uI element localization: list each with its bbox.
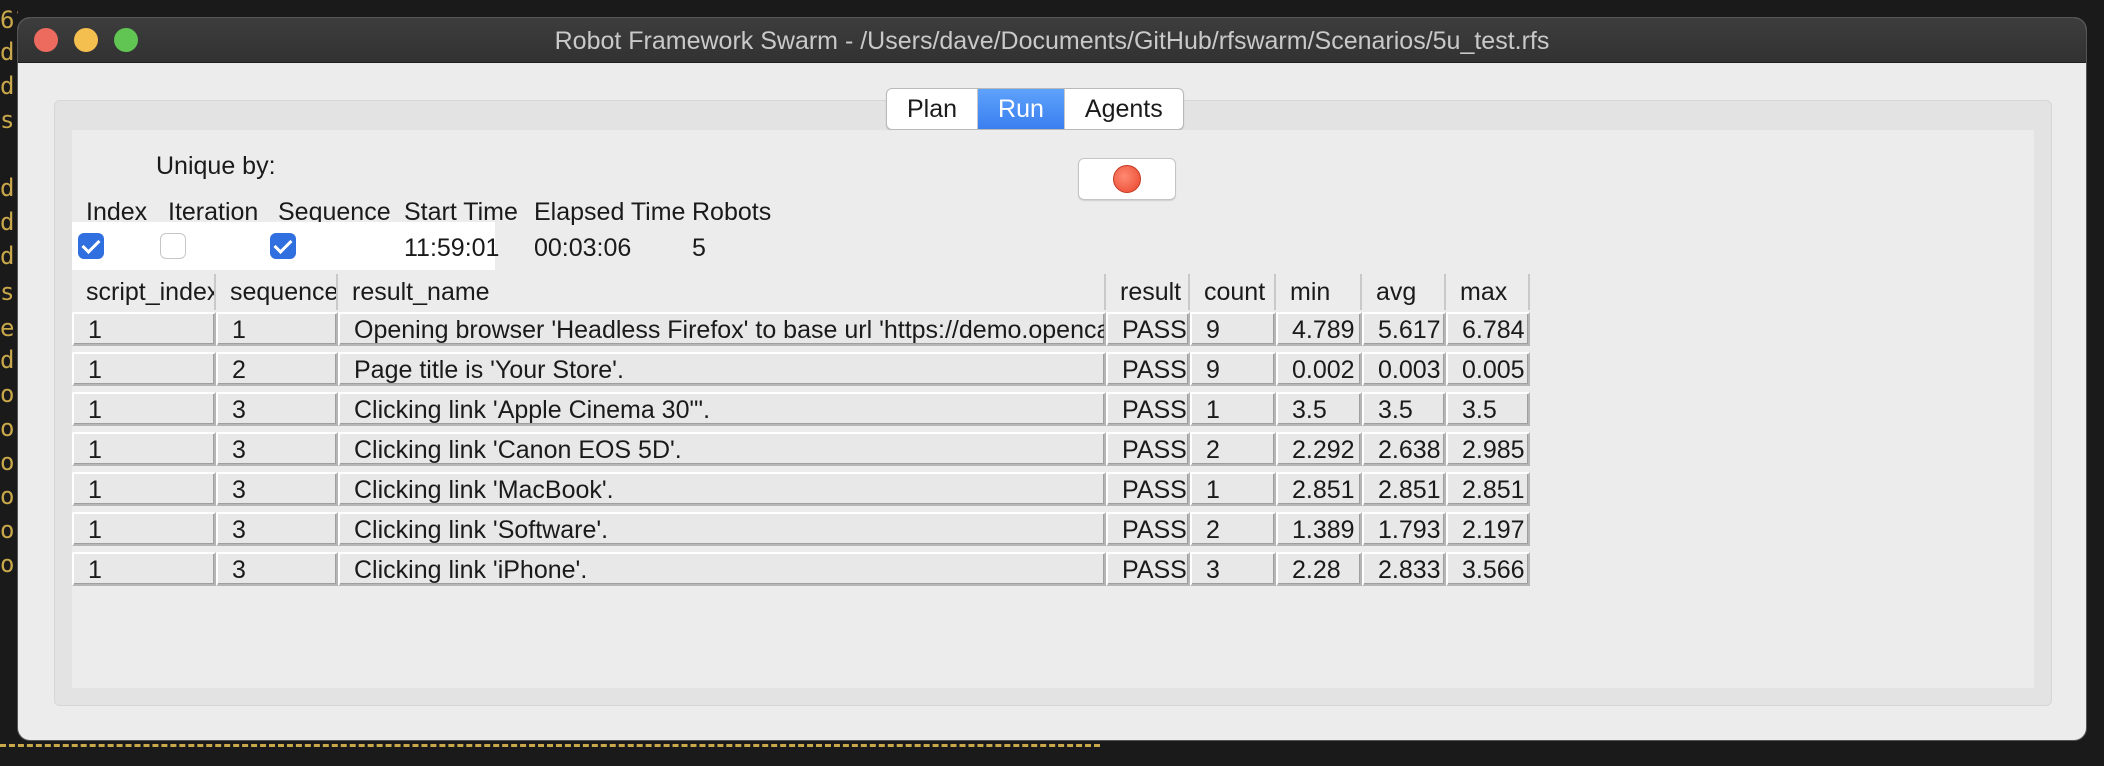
table-cell-result[interactable]: PASS bbox=[1106, 512, 1190, 546]
table-cell-max[interactable]: 0.005 bbox=[1446, 352, 1530, 386]
window-title: Robot Framework Swarm - /Users/dave/Docu… bbox=[554, 27, 1550, 55]
tab-agents[interactable]: Agents bbox=[1063, 89, 1183, 129]
background-divider bbox=[0, 744, 1100, 751]
stop-button[interactable] bbox=[1078, 158, 1176, 200]
table-cell-result[interactable]: PASS bbox=[1106, 552, 1190, 586]
table-cell-script-index[interactable]: 1 bbox=[72, 552, 216, 586]
table-cell-max[interactable]: 6.784 bbox=[1446, 312, 1530, 346]
table-cell-sequence[interactable]: 2 bbox=[216, 352, 338, 386]
table-cell-result[interactable]: PASS bbox=[1106, 472, 1190, 506]
table-cell-result-name[interactable]: Clicking link 'Apple Cinema 30"'. bbox=[338, 392, 1106, 426]
table-cell-min[interactable]: 0.002 bbox=[1276, 352, 1362, 386]
table-cell-result[interactable]: PASS bbox=[1106, 392, 1190, 426]
table-cell-script-index[interactable]: 1 bbox=[72, 512, 216, 546]
table-cell-max[interactable]: 2.851 bbox=[1446, 472, 1530, 506]
table-cell-count[interactable]: 9 bbox=[1190, 312, 1276, 346]
table-cell-result[interactable]: PASS bbox=[1106, 432, 1190, 466]
robots-header: Robots bbox=[692, 198, 772, 226]
table-cell-count[interactable]: 1 bbox=[1190, 392, 1276, 426]
robots-value: 5 bbox=[692, 234, 706, 262]
run-panel: Unique by: Index Iteration Sequence Star… bbox=[72, 130, 2034, 688]
elapsed-time-value: 00:03:06 bbox=[534, 234, 632, 262]
table-cell-script-index[interactable]: 1 bbox=[72, 352, 216, 386]
table-cell-max[interactable]: 3.5 bbox=[1446, 392, 1530, 426]
column-header-min[interactable]: min bbox=[1276, 274, 1362, 310]
table-cell-min[interactable]: 2.292 bbox=[1276, 432, 1362, 466]
table-cell-max[interactable]: 2.985 bbox=[1446, 432, 1530, 466]
tab-plan[interactable]: Plan bbox=[887, 89, 977, 129]
column-header-count[interactable]: count bbox=[1190, 274, 1276, 310]
unique-by-label: Unique by: bbox=[156, 152, 276, 180]
table-cell-result[interactable]: PASS bbox=[1106, 312, 1190, 346]
column-header-avg[interactable]: avg bbox=[1362, 274, 1446, 310]
table-cell-count[interactable]: 3 bbox=[1190, 552, 1276, 586]
column-header-max[interactable]: max bbox=[1446, 274, 1530, 310]
table-cell-result-name[interactable]: Page title is 'Your Store'. bbox=[338, 352, 1106, 386]
table-cell-sequence[interactable]: 3 bbox=[216, 552, 338, 586]
table-cell-count[interactable]: 1 bbox=[1190, 472, 1276, 506]
elapsed-time-header: Elapsed Time bbox=[534, 198, 686, 226]
table-cell-sequence[interactable]: 3 bbox=[216, 512, 338, 546]
sequence-checkbox[interactable] bbox=[270, 233, 296, 259]
table-cell-result-name[interactable]: Clicking link 'iPhone'. bbox=[338, 552, 1106, 586]
table-cell-max[interactable]: 3.566 bbox=[1446, 552, 1530, 586]
table-cell-min[interactable]: 2.28 bbox=[1276, 552, 1362, 586]
table-cell-avg[interactable]: 5.617 bbox=[1362, 312, 1446, 346]
table-cell-avg[interactable]: 2.638 bbox=[1362, 432, 1446, 466]
table-cell-min[interactable]: 1.389 bbox=[1276, 512, 1362, 546]
table-cell-count[interactable]: 2 bbox=[1190, 512, 1276, 546]
table-cell-script-index[interactable]: 1 bbox=[72, 312, 216, 346]
column-header-result[interactable]: result bbox=[1106, 274, 1190, 310]
table-cell-avg[interactable]: 2.851 bbox=[1362, 472, 1446, 506]
table-cell-sequence[interactable]: 3 bbox=[216, 472, 338, 506]
table-cell-script-index[interactable]: 1 bbox=[72, 432, 216, 466]
table-cell-avg[interactable]: 1.793 bbox=[1362, 512, 1446, 546]
app-window: Robot Framework Swarm - /Users/dave/Docu… bbox=[18, 18, 2086, 740]
table-cell-sequence[interactable]: 1 bbox=[216, 312, 338, 346]
table-cell-script-index[interactable]: 1 bbox=[72, 472, 216, 506]
iteration-checkbox[interactable] bbox=[160, 233, 186, 259]
table-cell-sequence[interactable]: 3 bbox=[216, 432, 338, 466]
background-terminal-text: 61dds ddds edoo oooo bbox=[0, 6, 18, 578]
tab-bar: Plan Run Agents bbox=[886, 88, 1184, 130]
table-cell-avg[interactable]: 2.833 bbox=[1362, 552, 1446, 586]
column-header-sequence[interactable]: sequence bbox=[216, 274, 338, 310]
table-cell-result-name[interactable]: Clicking link 'MacBook'. bbox=[338, 472, 1106, 506]
table-cell-avg[interactable]: 3.5 bbox=[1362, 392, 1446, 426]
table-cell-result-name[interactable]: Clicking link 'Canon EOS 5D'. bbox=[338, 432, 1106, 466]
index-checkbox[interactable] bbox=[78, 233, 104, 259]
table-cell-avg[interactable]: 0.003 bbox=[1362, 352, 1446, 386]
column-header-script-index[interactable]: script_index bbox=[72, 274, 216, 310]
column-header-result-name[interactable]: result_name bbox=[338, 274, 1106, 310]
tab-run[interactable]: Run bbox=[977, 89, 1064, 129]
title-bar[interactable]: Robot Framework Swarm - /Users/dave/Docu… bbox=[18, 18, 2086, 63]
table-cell-sequence[interactable]: 3 bbox=[216, 392, 338, 426]
table-cell-count[interactable]: 9 bbox=[1190, 352, 1276, 386]
table-cell-min[interactable]: 4.789 bbox=[1276, 312, 1362, 346]
table-cell-result[interactable]: PASS bbox=[1106, 352, 1190, 386]
table-cell-min[interactable]: 3.5 bbox=[1276, 392, 1362, 426]
table-cell-result-name[interactable]: Clicking link 'Software'. bbox=[338, 512, 1106, 546]
table-cell-min[interactable]: 2.851 bbox=[1276, 472, 1362, 506]
start-time-value: 11:59:01 bbox=[404, 234, 500, 262]
stop-icon bbox=[1113, 165, 1141, 193]
table-cell-count[interactable]: 2 bbox=[1190, 432, 1276, 466]
table-cell-result-name[interactable]: Opening browser 'Headless Firefox' to ba… bbox=[338, 312, 1106, 346]
table-cell-max[interactable]: 2.197 bbox=[1446, 512, 1530, 546]
table-cell-script-index[interactable]: 1 bbox=[72, 392, 216, 426]
